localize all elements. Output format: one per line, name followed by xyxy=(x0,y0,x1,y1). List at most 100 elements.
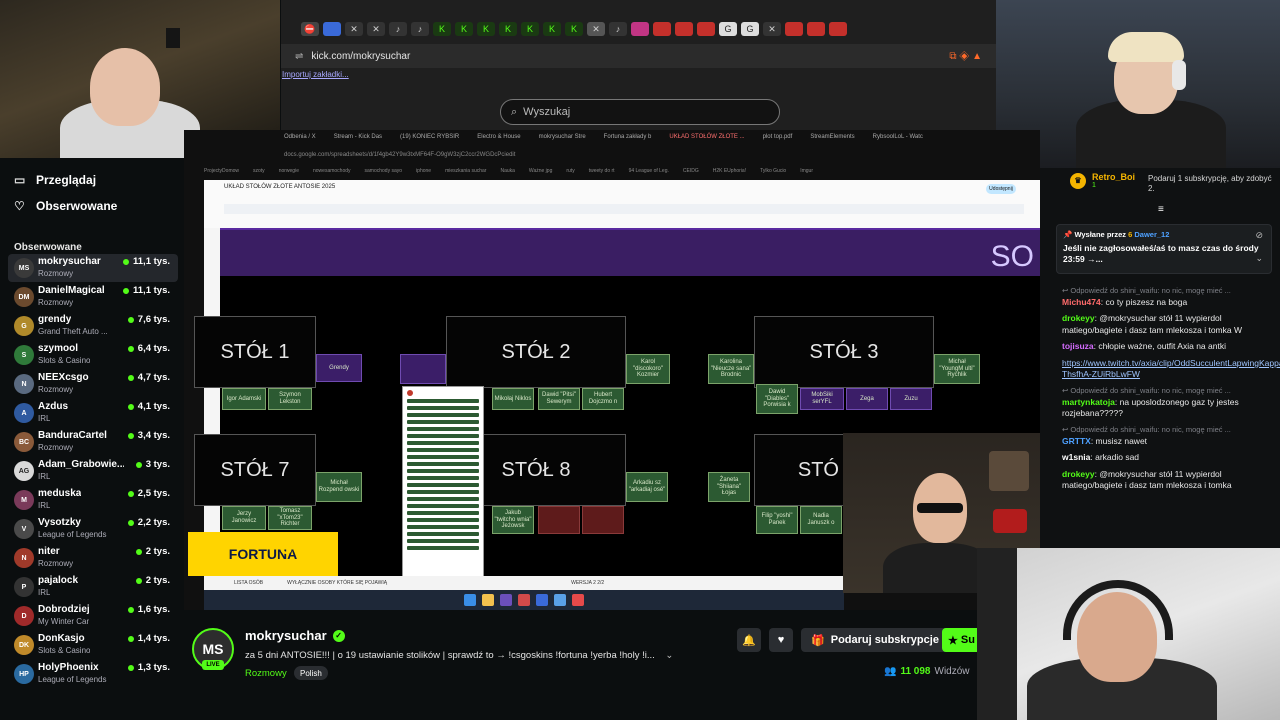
stream-category[interactable]: Rozmowy xyxy=(245,668,287,679)
dropdown-option[interactable] xyxy=(407,427,479,431)
browser-tab[interactable] xyxy=(323,22,341,36)
chat-username[interactable]: drokeyy xyxy=(1062,469,1095,479)
dropdown-option[interactable] xyxy=(407,490,479,494)
cell-dropdown[interactable] xyxy=(402,386,484,586)
follow-heart-button[interactable]: ♥ xyxy=(769,628,793,652)
language-tag[interactable]: Polish xyxy=(294,666,328,680)
dropdown-option[interactable] xyxy=(407,483,479,487)
dropdown-option[interactable] xyxy=(407,406,479,410)
sidebar-channel[interactable]: Nniter Rozmowy 2 tys. xyxy=(8,544,178,572)
dropdown-option[interactable] xyxy=(407,399,479,403)
dropdown-option[interactable] xyxy=(407,434,479,438)
seat-michal-y[interactable]: Michał "YoungM ulti" Rychlik xyxy=(934,354,980,384)
chat-username[interactable]: GRTTX xyxy=(1062,436,1091,446)
seat-karolina[interactable]: Karolina "Nieucze sana" Brodnic xyxy=(708,354,754,384)
sidebar-channel[interactable]: A Azdus IRL 4,1 tys. xyxy=(8,399,178,427)
browser-tab[interactable] xyxy=(631,22,649,36)
pinned-message[interactable]: 📌 Wysłane przez 6 Dawer_12 Jeśli nie zag… xyxy=(1056,224,1272,274)
dropdown-option[interactable] xyxy=(407,455,479,459)
chevron-down-icon[interactable]: ⌄ xyxy=(665,650,673,661)
chevron-down-icon[interactable]: ⌄ xyxy=(1255,253,1263,264)
subscribe-button[interactable]: ★ Su xyxy=(942,628,982,652)
seat-jakub[interactable]: Jakub "twitcho wnia" Jeżowsk xyxy=(492,506,534,534)
chat-message[interactable]: drokeyy: @mokrysuchar stół 11 wypierdol … xyxy=(1062,313,1276,336)
browser-tab[interactable]: K xyxy=(455,22,473,36)
sidebar-channel[interactable]: Sszymool Slots & Casino 6,4 tys. xyxy=(8,341,178,369)
chat-message[interactable]: ↩ Odpowiedź do shini_waifu: no nic, mogę… xyxy=(1062,386,1276,420)
dropdown-option[interactable] xyxy=(407,497,479,501)
chat-message[interactable]: w1snia: arkadio sad xyxy=(1062,452,1276,463)
seat-dawid-d[interactable]: Dawid "Diables" Porwisia k xyxy=(756,384,798,414)
browser-tab[interactable]: G xyxy=(741,22,759,36)
gift-subs-button[interactable]: 🎁 Podaruj subskrypcje xyxy=(801,628,949,652)
seat-karol[interactable]: Karol "discokoro" Kozmier xyxy=(626,354,670,384)
app-icon[interactable] xyxy=(500,594,512,606)
chat-message[interactable]: ↩ Odpowiedź do shini_waifu: no nic, mogę… xyxy=(1062,425,1276,447)
browser-tab[interactable]: K xyxy=(477,22,495,36)
browser-tab[interactable]: K xyxy=(433,22,451,36)
browser-tab[interactable]: ♪ xyxy=(389,22,407,36)
top-gifter-name[interactable]: Retro_Boi xyxy=(1092,172,1135,182)
unpin-icon[interactable]: ⊘ xyxy=(1255,230,1263,241)
chat-message[interactable]: drokeyy: @mokrysuchar stół 11 wypierdol … xyxy=(1062,469,1276,492)
browser-tab[interactable]: ✕ xyxy=(345,22,363,36)
site-info-icon[interactable]: ⇌ xyxy=(295,51,303,62)
search-input[interactable]: ⌕ Wyszukaj xyxy=(500,99,780,125)
gift-note[interactable]: Podaruj 1 subskrypcję, aby zdobyć 2. xyxy=(1148,174,1278,193)
seat-grendy[interactable]: Grendy xyxy=(316,354,362,382)
dropdown-option[interactable] xyxy=(407,539,479,543)
address-bar[interactable]: ⇌ kick.com/mokrysuchar ⧉ ◈ ▲ xyxy=(281,44,996,68)
app-icon[interactable] xyxy=(554,594,566,606)
share-button[interactable]: Udostępnij xyxy=(986,184,1016,194)
dropdown-option[interactable] xyxy=(407,448,479,452)
sidebar-channel[interactable]: DM DanielMagical Rozmowy 11,1 tys. xyxy=(8,283,178,311)
seat-zaneta[interactable]: Żaneta "Shiiana" Łojas xyxy=(708,472,750,502)
dropdown-option[interactable] xyxy=(407,504,479,508)
browser-tab[interactable]: ✕ xyxy=(763,22,781,36)
browser-tab[interactable]: ♪ xyxy=(609,22,627,36)
sheet-tab[interactable]: WERSJA 2 2/2 xyxy=(571,580,604,586)
browser-tab[interactable] xyxy=(829,22,847,36)
seat-zuzu[interactable]: Zuzu xyxy=(890,388,932,410)
pinned-user[interactable]: Dawer_12 xyxy=(1134,230,1169,239)
seat-empty[interactable] xyxy=(582,506,624,534)
seat-hubert[interactable]: Hubert Dojczmo n xyxy=(582,388,624,410)
browser-tab-active[interactable]: ✕ xyxy=(587,22,605,36)
dropdown-option[interactable] xyxy=(407,441,479,445)
collapse-icon[interactable]: ≡ xyxy=(1158,204,1164,215)
seat-michal-r[interactable]: Michał Rozpend owski xyxy=(316,472,362,502)
browser-tab[interactable]: ♪ xyxy=(411,22,429,36)
seat-mikolaj[interactable]: Mikołaj Niklos xyxy=(492,388,534,410)
sidebar-channel[interactable]: BC BanduraCartel Rozmowy 3,4 tys. xyxy=(8,428,178,456)
sidebar-channel[interactable]: N NEEXcsgo Rozmowy 4,7 tys. xyxy=(8,370,178,398)
dropdown-option[interactable] xyxy=(407,511,479,515)
dropdown-option[interactable] xyxy=(407,546,479,550)
dropdown-option[interactable] xyxy=(407,413,479,417)
notification-bell-button[interactable]: 🔔 xyxy=(737,628,761,652)
chrome-icon[interactable] xyxy=(572,594,584,606)
dropdown-option[interactable] xyxy=(407,420,479,424)
sidebar-channel[interactable]: Ppajalock IRL 2 tys. xyxy=(8,573,178,601)
reply-context[interactable]: ↩ Odpowiedź do shini_waifu: no nic, mogę… xyxy=(1062,286,1276,295)
sidebar-channel[interactable]: AG Adam_Grabowie... IRL 3 tys. xyxy=(8,457,178,485)
seat-mobsiki[interactable]: MobSiki serYFL xyxy=(800,388,844,410)
seat-arkadiu[interactable]: Arkadiu sz "arkadiaj osé" xyxy=(626,472,668,502)
seat-igor[interactable]: Igor Adamski xyxy=(222,388,266,410)
sidebar-channel[interactable]: D Dobrodziej My Winter Car 1,6 tys. xyxy=(8,602,178,630)
dropdown-option[interactable] xyxy=(407,469,479,473)
chat-link[interactable]: https://www.twitch.tv/axia/clip/OddSuccu… xyxy=(1062,358,1280,379)
sheet-tab[interactable]: WYŁĄCZNIE OSOBY KTÓRE SIĘ POJAWIĄ xyxy=(287,580,387,586)
browser-tab[interactable]: K xyxy=(499,22,517,36)
browser-tab[interactable] xyxy=(653,22,671,36)
browser-tab[interactable] xyxy=(785,22,803,36)
selected-cell[interactable] xyxy=(400,354,446,384)
seat-dawid-p[interactable]: Dawid "Pitsi" Sewerym xyxy=(538,388,580,410)
extensions-icon[interactable]: ⧉ ◈ ▲ xyxy=(949,51,982,62)
sidebar-channel[interactable]: HP HolyPhoenix League of Legends 1,3 tys. xyxy=(8,660,178,688)
reply-context[interactable]: ↩ Odpowiedź do shini_waifu: no nic, mogę… xyxy=(1062,386,1276,395)
reply-context[interactable]: ↩ Odpowiedź do shini_waifu: no nic, mogę… xyxy=(1062,425,1276,434)
browser-tab[interactable]: G xyxy=(719,22,737,36)
seat-tomasz[interactable]: Tomasz "xTom23" Richter xyxy=(268,506,312,530)
seat-empty[interactable] xyxy=(538,506,580,534)
app-icon[interactable] xyxy=(518,594,530,606)
